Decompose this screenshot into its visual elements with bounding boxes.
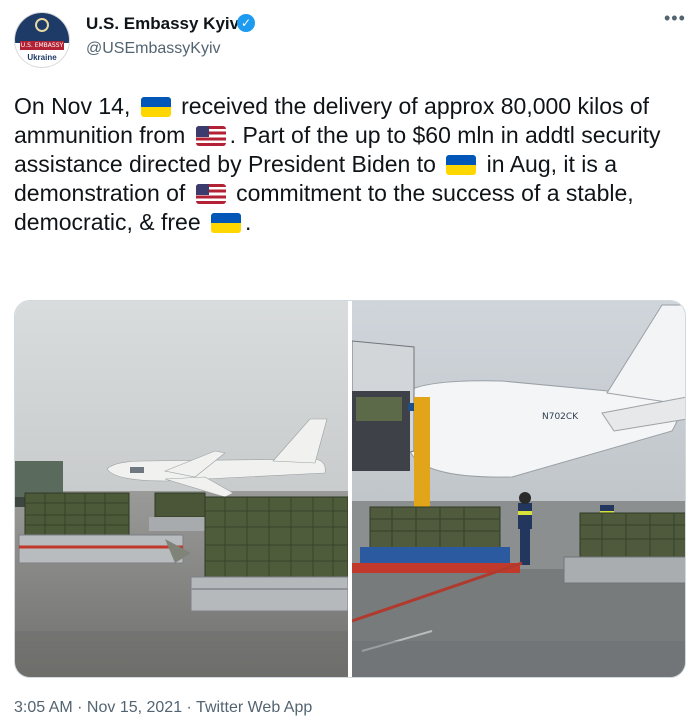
apron-photo-right: N702CK [352,301,685,677]
tweet-timestamp: 3:05 AM · Nov 15, 2021 · Twitter Web App [14,699,312,717]
avatar-caption: Ukraine [27,53,57,62]
separator-dot: · [72,699,87,716]
display-name[interactable]: U.S. Embassy Kyiv [86,14,239,34]
tweet-date[interactable]: Nov 15, 2021 [87,699,182,716]
tweet-time[interactable]: 3:05 AM [14,699,73,716]
tweet-media: N702CK [14,300,686,678]
media-photo-left[interactable] [15,301,348,677]
user-handle[interactable]: @USEmbassyKyiv [86,40,221,58]
eagle-seal-icon [35,18,49,32]
verified-badge-icon: ✓ [237,14,255,32]
more-options-icon[interactable]: ••• [664,8,686,29]
media-photo-right[interactable]: N702CK [352,301,685,677]
tweet-text-part: . [245,209,252,235]
separator-dot: · [182,699,197,716]
ukraine-flag-icon [140,97,171,117]
apron-photo-left [15,301,348,677]
ukraine-flag-icon [211,213,242,233]
tweet-text-part: On Nov 14, [14,93,137,119]
tail-number: N702CK [542,412,579,422]
avatar-banner: U.S. EMBASSY [20,41,64,50]
tweet-source[interactable]: Twitter Web App [196,699,312,716]
avatar[interactable]: U.S. EMBASSY Ukraine [14,12,70,68]
ukraine-flag-icon [446,155,477,175]
us-flag-icon [195,126,226,146]
tweet-text: On Nov 14, received the delivery of appr… [14,92,686,237]
us-flag-icon [195,184,226,204]
